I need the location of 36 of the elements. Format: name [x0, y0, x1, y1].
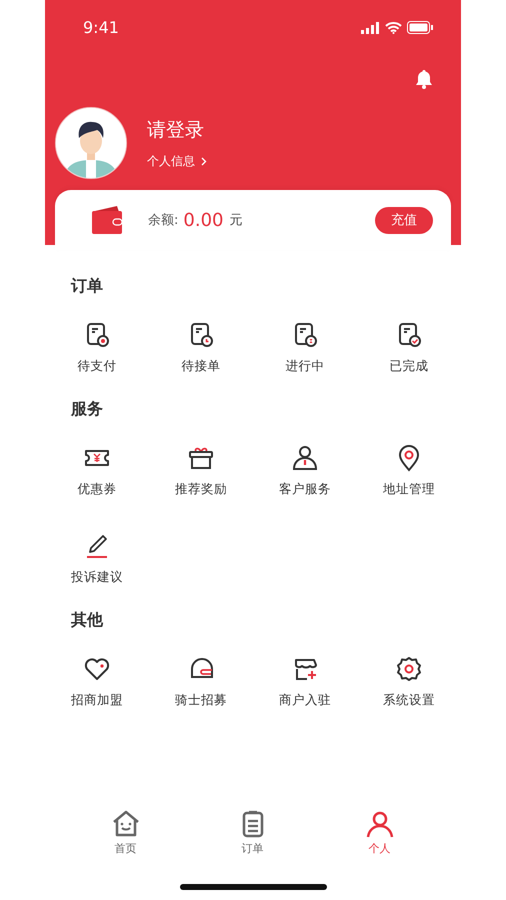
- top-up-button[interactable]: 充值: [375, 206, 433, 234]
- balance-amount: 0.00: [183, 210, 224, 230]
- menu-item[interactable]: 系统设置: [357, 655, 461, 709]
- currency-unit: 元: [229, 212, 242, 229]
- tab-bar-item[interactable]: 首页: [62, 808, 189, 857]
- menu-item[interactable]: 进行中: [253, 321, 357, 375]
- login-prompt[interactable]: 请登录: [147, 116, 207, 142]
- section-title: 其他: [70, 610, 104, 631]
- section-title: 订单: [70, 276, 104, 297]
- signal-icon: [361, 22, 380, 34]
- section-title: 服务: [70, 399, 104, 420]
- tab-bar-item[interactable]: 订单: [189, 808, 316, 857]
- wallet-icon: [91, 205, 123, 235]
- bell-icon[interactable]: [415, 69, 433, 89]
- gear-icon: [395, 655, 423, 683]
- house-icon: [110, 809, 140, 839]
- menu-item[interactable]: 已完成: [357, 321, 461, 375]
- chevron-right-icon: [201, 156, 207, 166]
- battery-icon: [407, 21, 433, 34]
- menu-item[interactable]: 待支付: [45, 321, 149, 375]
- menu-item[interactable]: 推荐奖励: [149, 444, 253, 498]
- menu-item[interactable]: 待接单: [149, 321, 253, 375]
- menu-item[interactable]: 商户入驻: [253, 655, 357, 709]
- profile-link[interactable]: 个人信息: [147, 152, 207, 170]
- menu-item[interactable]: 招商加盟: [45, 655, 149, 709]
- wifi-icon: [385, 22, 402, 34]
- menu-item[interactable]: 地址管理: [357, 444, 461, 498]
- menu-item[interactable]: 投诉建议: [45, 532, 149, 586]
- balance-label: 余额:: [148, 212, 178, 229]
- menu-item[interactable]: 客户服务: [253, 444, 357, 498]
- person-icon: [291, 444, 319, 472]
- menu-item[interactable]: 优惠券: [45, 444, 149, 498]
- menu-item[interactable]: 骑士招募: [149, 655, 253, 709]
- person-icon: [364, 809, 394, 839]
- status-time: 9:41: [83, 18, 119, 37]
- tab-bar-item[interactable]: 个人: [316, 808, 443, 857]
